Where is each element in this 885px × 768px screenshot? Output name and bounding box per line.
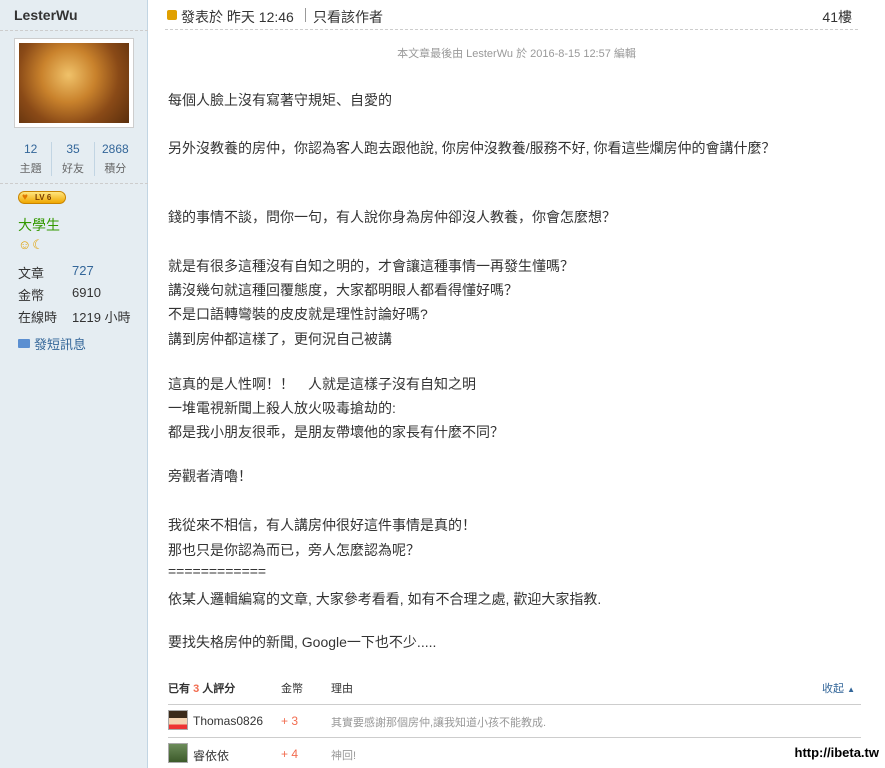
online-status-icon bbox=[167, 10, 177, 20]
stat-points-value[interactable]: 2868 bbox=[95, 142, 136, 156]
post-line: 每個人臉上沒有寫著守規矩、自愛的 bbox=[168, 92, 392, 108]
rater-name[interactable]: 睿依依 bbox=[193, 747, 229, 764]
rating-row: Thomas0826 + 3 其實要感謝那個房仲,讓我知道小孩不能教成. bbox=[168, 704, 861, 734]
rating-points: + 4 bbox=[281, 747, 299, 761]
rating-count-prefix: 已有 bbox=[168, 683, 190, 695]
author-avatar[interactable] bbox=[14, 38, 134, 128]
send-message-link[interactable]: 發短訊息 bbox=[18, 334, 86, 353]
post-line: 不是口語轉彎裝的皮皮就是理性討論好嗎? bbox=[168, 306, 428, 322]
watermark: http://ibeta.tw bbox=[794, 745, 880, 760]
heart-icon: ♥ bbox=[22, 192, 28, 203]
stat-friends-label: 好友 bbox=[61, 163, 84, 175]
moon-medal-icon: ☾ bbox=[32, 237, 45, 252]
send-message-label: 發短訊息 bbox=[34, 337, 87, 352]
collapse-label: 收起 bbox=[822, 683, 845, 695]
rating-count-value: 3 bbox=[193, 683, 200, 695]
author-profile-panel: LesterWu 12 主題 35 好友 2868 積分 ♥ LV 6 大學生 … bbox=[0, 0, 148, 768]
rating-points: + 3 bbox=[281, 714, 299, 728]
post-header: 發表於 昨天 12:46 只看該作者 41樓 bbox=[165, 0, 858, 30]
stat-friends[interactable]: 35 好友 bbox=[52, 142, 95, 176]
post-line: 錢的事情不談，問你一句，有人說你身為房仲卻沒人教養，你會怎麼想？ bbox=[168, 209, 616, 225]
post-time: 發表於 昨天 12:46 bbox=[181, 9, 294, 25]
rating-reason: 其實要感謝那個房仲,讓我知道小孩不能教成. bbox=[331, 717, 547, 729]
level-badge: ♥ LV 6 bbox=[18, 191, 66, 204]
stat-topics[interactable]: 12 主題 bbox=[10, 142, 53, 176]
divider bbox=[0, 30, 148, 31]
info-posts: 文章 727 bbox=[18, 263, 94, 282]
info-online-value: 1219 小時 bbox=[72, 310, 131, 325]
level-badge-text: LV 6 bbox=[35, 193, 52, 202]
post-line: 那也只是你認為而已，旁人怎麼認為呢？ bbox=[168, 542, 420, 558]
collapse-rating-button[interactable]: 收起 ▲ bbox=[822, 680, 855, 696]
rater-avatar[interactable] bbox=[168, 710, 188, 730]
author-name[interactable]: LesterWu bbox=[14, 7, 78, 23]
stat-points-label: 積分 bbox=[104, 163, 127, 175]
rating-header: 已有 3 人評分 金幣 理由 收起 ▲ bbox=[168, 676, 861, 700]
post-line: 我從來不相信，有人講房仲很好這件事情是真的！ bbox=[168, 517, 476, 533]
rater-avatar[interactable] bbox=[168, 743, 188, 763]
info-coins-label: 金幣 bbox=[18, 288, 45, 303]
rating-reason: 神回! bbox=[331, 750, 357, 762]
chevron-up-icon: ▲ bbox=[847, 685, 855, 694]
post-line: 都是我小朋友很乖，是朋友帶壞他的家長有什麼不同？ bbox=[168, 424, 504, 440]
info-posts-label: 文章 bbox=[18, 266, 45, 281]
post-line: 講沒幾句就這種回覆態度，大家都明眼人都看得懂好嗎？ bbox=[168, 282, 518, 298]
rating-row: 睿依依 + 4 神回! bbox=[168, 737, 861, 767]
post-line: 旁觀者清嚕！ bbox=[168, 468, 252, 484]
avatar-image bbox=[19, 43, 129, 123]
post-line: 這真的是人性啊！！ 人就是這樣子沒有自知之明 bbox=[168, 376, 476, 392]
post-line: 一堆電視新聞上殺人放火吸毒搶劫的: bbox=[168, 400, 396, 416]
post-line: 講到房仲都這樣了，更何況自己被講 bbox=[168, 331, 392, 347]
post-line: 依某人邏輯編寫的文章, 大家參考看看, 如有不合理之處, 歡迎大家指教. bbox=[168, 591, 602, 607]
envelope-icon bbox=[18, 339, 30, 348]
info-coins: 金幣 6910 bbox=[18, 285, 101, 304]
floor-number[interactable]: 41樓 bbox=[822, 7, 852, 27]
post-line: 要找失格房仲的新聞, Google一下也不少..... bbox=[168, 634, 437, 650]
stat-friends-value[interactable]: 35 bbox=[52, 142, 93, 156]
post-content-panel: 發表於 昨天 12:46 只看該作者 41樓 本文章最後由 LesterWu 於… bbox=[148, 0, 885, 768]
post-line: 就是有很多這種沒有自知之明的，才會讓這種事情一再發生懂嗎？ bbox=[168, 258, 574, 274]
rating-count-suffix: 人評分 bbox=[202, 683, 236, 695]
info-posts-value[interactable]: 727 bbox=[72, 263, 94, 278]
info-online-label: 在線時 bbox=[18, 310, 58, 325]
stat-topics-value[interactable]: 12 bbox=[10, 142, 51, 156]
rating-col-coin: 金幣 bbox=[281, 683, 303, 695]
divider bbox=[0, 183, 148, 184]
smiley-medal-icon: ☺ bbox=[18, 237, 33, 252]
stat-topics-label: 主題 bbox=[19, 163, 42, 175]
only-author-link[interactable]: 只看該作者 bbox=[313, 7, 383, 27]
user-rank: 大學生 bbox=[18, 217, 60, 233]
rater-name[interactable]: Thomas0826 bbox=[193, 714, 263, 728]
divider bbox=[305, 8, 306, 22]
author-stats: 12 主題 35 好友 2868 積分 bbox=[10, 142, 136, 176]
rating-count[interactable]: 已有 3 人評分 bbox=[168, 680, 235, 696]
post-line: 另外沒教養的房仲，你認為客人跑去跟他說, 你房仲沒教養/服務不好, 你看這些爛房… bbox=[168, 140, 776, 156]
edited-note: 本文章最後由 LesterWu 於 2016-8-15 12:57 編輯 bbox=[397, 48, 636, 60]
info-online: 在線時 1219 小時 bbox=[18, 307, 131, 326]
medal-icons: ☺☾ bbox=[18, 237, 45, 253]
stat-points[interactable]: 2868 積分 bbox=[95, 142, 136, 176]
post-line: ============ bbox=[168, 563, 267, 579]
info-coins-value: 6910 bbox=[72, 285, 101, 300]
rating-col-reason: 理由 bbox=[331, 683, 353, 695]
